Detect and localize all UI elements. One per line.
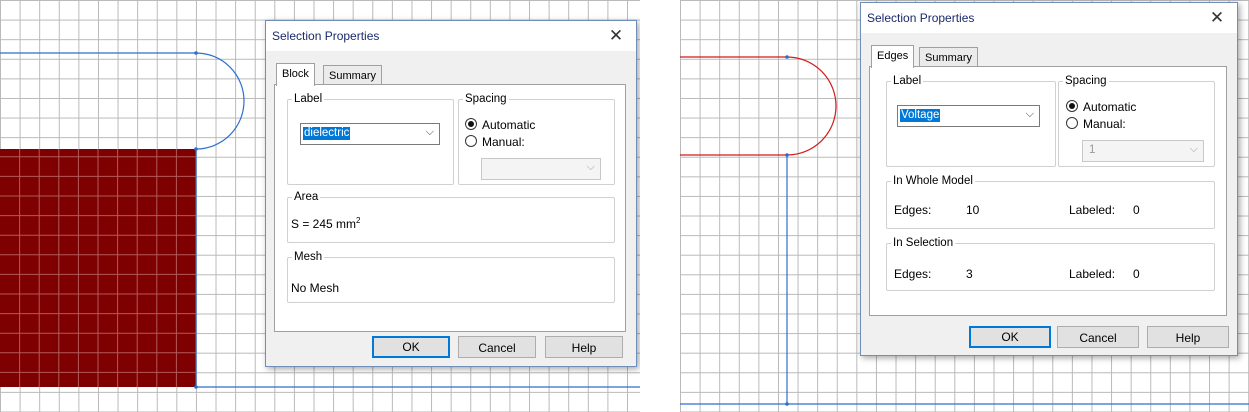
mesh-value: No Mesh — [291, 281, 340, 295]
label-group-legend: Label — [294, 93, 323, 105]
cancel-button[interactable]: Cancel — [458, 336, 536, 358]
automatic-radio-label: Automatic — [1083, 100, 1137, 114]
tab-pane: Label Voltage ⌵ Spacing Automatic Manual… — [869, 66, 1227, 316]
tab-pane: Label dielectric ⌵ Spacing Automatic Man… — [274, 84, 626, 332]
manual-radio-label: Manual: — [482, 135, 525, 149]
tab-block[interactable]: Block — [276, 63, 315, 86]
dialog-title: Selection Properties — [272, 29, 380, 43]
selected-edge-arc[interactable] — [786, 56, 837, 156]
radio-checked-icon — [465, 118, 477, 130]
whole-model-labeled-label: Labeled: — [1069, 203, 1116, 217]
automatic-radio-label: Automatic — [482, 118, 536, 132]
left-panel: Selection Properties ✕ Block Summary Lab… — [0, 0, 640, 412]
whole-model-labeled-value: 0 — [1133, 203, 1140, 217]
whole-model-legend: In Whole Model — [893, 175, 973, 187]
whole-model-group: In Whole Model — [886, 175, 1215, 229]
radio-unchecked-icon — [465, 135, 477, 147]
tab-summary[interactable]: Summary — [323, 65, 383, 86]
chevron-down-icon[interactable]: ⌵ — [1026, 108, 1034, 121]
area-value: S = 245 mm2 — [291, 216, 360, 231]
mesh-group: Mesh — [287, 251, 615, 303]
label-value: Voltage — [900, 109, 941, 122]
manual-spacing-value: 1 — [1089, 144, 1096, 156]
title-bar[interactable]: Selection Properties ✕ — [266, 21, 636, 51]
label-combo[interactable]: Voltage ⌵ — [897, 105, 1040, 127]
label-group-legend: Label — [893, 75, 922, 87]
right-panel: Selection Properties ✕ Edges Summary Lab… — [680, 0, 1249, 412]
area-text: S = 245 mm — [291, 217, 357, 231]
area-group-legend: Area — [294, 191, 319, 203]
selection-labeled-value: 0 — [1133, 267, 1140, 281]
label-value: dielectric — [303, 127, 351, 140]
selection-properties-dialog: Selection Properties ✕ Block Summary Lab… — [265, 20, 637, 367]
tab-summary[interactable]: Summary — [919, 47, 979, 68]
radio-checked-icon — [1066, 100, 1078, 112]
help-button[interactable]: Help — [1147, 326, 1229, 348]
chevron-down-icon[interactable]: ⌵ — [426, 126, 434, 139]
ok-button[interactable]: OK — [372, 336, 450, 358]
close-icon[interactable]: ✕ — [1203, 6, 1231, 30]
ok-button[interactable]: OK — [969, 326, 1051, 348]
radio-unchecked-icon — [1066, 117, 1078, 129]
title-bar[interactable]: Selection Properties ✕ — [861, 3, 1237, 33]
manual-radio-label: Manual: — [1083, 117, 1126, 131]
manual-spacing-combo[interactable]: 1 ⌵ — [1082, 140, 1204, 162]
whole-model-edges-value: 10 — [966, 203, 980, 217]
cancel-button[interactable]: Cancel — [1057, 326, 1139, 348]
selection-edges-value: 3 — [966, 267, 973, 281]
spacing-group-legend: Spacing — [465, 93, 507, 105]
spacing-group-legend: Spacing — [1065, 75, 1107, 87]
dialog-title: Selection Properties — [867, 11, 975, 25]
area-exponent: 2 — [356, 216, 361, 225]
selection-labeled-label: Labeled: — [1069, 267, 1116, 281]
chevron-down-icon[interactable]: ⌵ — [1190, 143, 1198, 156]
label-combo[interactable]: dielectric ⌵ — [300, 123, 440, 145]
selection-properties-dialog: Selection Properties ✕ Edges Summary Lab… — [860, 2, 1238, 356]
whole-model-edges-label: Edges: — [894, 203, 932, 217]
help-button[interactable]: Help — [545, 336, 623, 358]
selection-legend: In Selection — [893, 237, 954, 249]
manual-spacing-combo[interactable]: ⌵ — [481, 158, 601, 180]
edge-arc[interactable] — [195, 52, 245, 150]
close-icon[interactable]: ✕ — [602, 24, 630, 48]
mesh-group-legend: Mesh — [294, 251, 323, 263]
selection-edges-label: Edges: — [894, 267, 932, 281]
selection-group: In Selection — [886, 237, 1215, 291]
tab-edges[interactable]: Edges — [871, 45, 915, 68]
chevron-down-icon[interactable]: ⌵ — [587, 161, 595, 174]
